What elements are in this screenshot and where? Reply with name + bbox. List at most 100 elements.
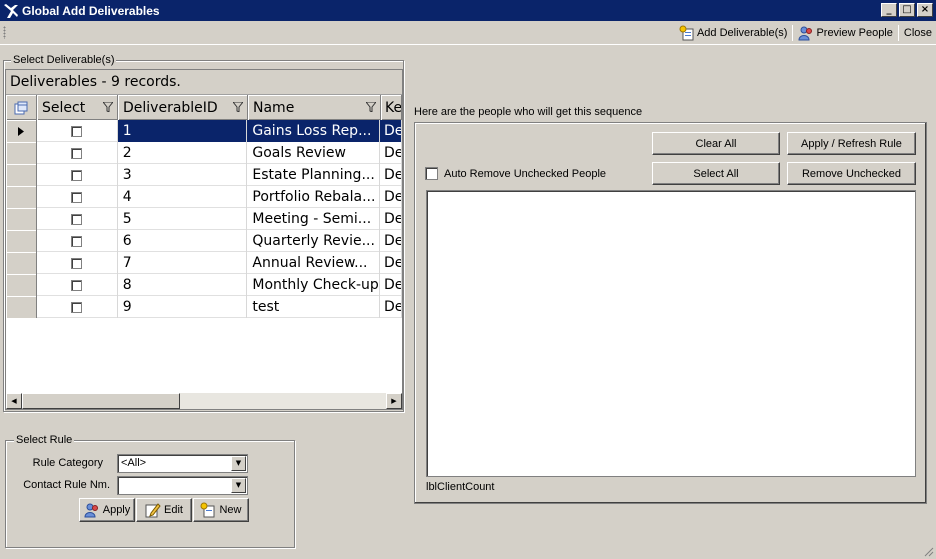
close-button[interactable]: Close (900, 23, 936, 43)
add-doc-icon (679, 25, 694, 41)
deliverable-name-cell[interactable]: Annual Review... (247, 252, 381, 274)
horizontal-scrollbar[interactable]: ◀ ▶ (6, 393, 402, 409)
row-selector[interactable] (6, 120, 37, 142)
table-row[interactable]: 2 Goals Review De (6, 142, 402, 164)
deliverable-name-cell[interactable]: Estate Planning... (247, 164, 381, 186)
deliverable-key-cell[interactable]: De (380, 186, 402, 208)
table-row[interactable]: 3 Estate Planning... De (6, 164, 402, 186)
row-selector[interactable] (6, 274, 37, 296)
maximize-button[interactable]: □ (899, 3, 915, 17)
deliverable-key-cell[interactable]: De (380, 164, 402, 186)
toolbar: Add Deliverable(s) Preview People Close (0, 21, 936, 45)
column-header-key[interactable]: Ke (381, 95, 402, 120)
table-row[interactable]: 1 Gains Loss Rep... De (6, 120, 402, 142)
add-deliverables-label: Add Deliverable(s) (696, 27, 788, 39)
row-checkbox[interactable] (71, 169, 83, 181)
deliverable-name-cell[interactable]: Portfolio Rebala... (247, 186, 381, 208)
auto-remove-checkbox[interactable] (425, 167, 438, 180)
column-header-name[interactable]: Name (248, 95, 381, 120)
column-header-deliverableid-label: DeliverableID (123, 99, 218, 116)
deliverable-key-cell[interactable]: De (380, 120, 402, 142)
deliverable-id-cell[interactable]: 2 (118, 142, 248, 164)
column-header-deliverableid[interactable]: DeliverableID (118, 95, 248, 120)
table-row[interactable]: 9 test De (6, 296, 402, 318)
deliverable-id-cell[interactable]: 3 (118, 164, 248, 186)
column-chooser-icon (14, 101, 28, 114)
row-selector[interactable] (6, 164, 37, 186)
deliverable-id-cell[interactable]: 9 (118, 296, 248, 318)
deliverable-name-cell[interactable]: Monthly Check-up (247, 274, 381, 296)
row-checkbox[interactable] (71, 191, 83, 203)
deliverable-name-cell[interactable]: Goals Review (247, 142, 381, 164)
table-row[interactable]: 4 Portfolio Rebala... De (6, 186, 402, 208)
remove-unchecked-label: Remove Unchecked (801, 167, 902, 180)
rule-category-value: <All> (121, 457, 147, 469)
deliverable-name-cell[interactable]: Meeting - Semi... (247, 208, 381, 230)
apply-rule-button[interactable]: Apply (79, 498, 135, 522)
row-selector[interactable] (6, 208, 37, 230)
close-label: Close (903, 27, 932, 39)
scroll-thumb[interactable] (22, 393, 180, 409)
deliverable-key-cell[interactable]: De (380, 274, 402, 296)
select-all-button[interactable]: Select All (652, 162, 780, 185)
table-row[interactable]: 7 Annual Review... De (6, 252, 402, 274)
apply-refresh-rule-button[interactable]: Apply / Refresh Rule (787, 132, 916, 155)
people-panel-label: Here are the people who will get this se… (414, 106, 643, 118)
select-cell (37, 120, 118, 142)
remove-unchecked-button[interactable]: Remove Unchecked (787, 162, 916, 185)
deliverable-key-cell[interactable]: De (380, 142, 402, 164)
people-listbox[interactable] (426, 190, 916, 477)
select-cell (37, 230, 118, 252)
table-row[interactable]: 8 Monthly Check-up De (6, 274, 402, 296)
add-deliverables-button[interactable]: Add Deliverable(s) (675, 23, 791, 43)
contact-rule-select[interactable]: ▼ (117, 476, 248, 495)
row-selector[interactable] (6, 186, 37, 208)
edit-icon (145, 503, 161, 518)
row-checkbox[interactable] (71, 147, 83, 159)
new-rule-button[interactable]: New (193, 498, 249, 522)
deliverable-key-cell[interactable]: De (380, 230, 402, 252)
filter-icon[interactable] (103, 102, 113, 112)
deliverable-id-cell[interactable]: 6 (118, 230, 248, 252)
row-checkbox[interactable] (71, 279, 83, 291)
deliverable-id-cell[interactable]: 1 (117, 120, 248, 142)
chevron-down-icon[interactable]: ▼ (231, 456, 246, 471)
deliverable-id-cell[interactable]: 4 (118, 186, 248, 208)
preview-people-button[interactable]: Preview People (794, 23, 896, 43)
column-header-select[interactable]: Select (37, 95, 118, 120)
table-row[interactable]: 5 Meeting - Semi... De (6, 208, 402, 230)
deliverable-key-cell[interactable]: De (380, 296, 402, 318)
deliverable-id-cell[interactable]: 7 (118, 252, 248, 274)
deliverable-name-cell[interactable]: test (247, 296, 381, 318)
edit-rule-button[interactable]: Edit (136, 498, 192, 522)
row-checkbox[interactable] (71, 301, 83, 313)
minimize-button[interactable]: _ (881, 3, 897, 17)
deliverable-id-cell[interactable]: 8 (118, 274, 248, 296)
row-selector[interactable] (6, 230, 37, 252)
row-checkbox[interactable] (71, 235, 83, 247)
filter-icon[interactable] (366, 102, 376, 112)
resize-grip-icon[interactable] (922, 545, 934, 557)
table-row[interactable]: 6 Quarterly Revie... De (6, 230, 402, 252)
clear-all-button[interactable]: Clear All (652, 132, 780, 155)
row-selector[interactable] (6, 252, 37, 274)
deliverable-key-cell[interactable]: De (380, 208, 402, 230)
close-window-button[interactable]: × (917, 3, 933, 17)
deliverable-key-cell[interactable]: De (380, 252, 402, 274)
scroll-right-button[interactable]: ▶ (386, 393, 402, 409)
row-selector[interactable] (6, 142, 37, 164)
row-selector[interactable] (6, 296, 37, 318)
filter-icon[interactable] (233, 102, 243, 112)
deliverable-name-cell[interactable]: Quarterly Revie... (247, 230, 381, 252)
deliverable-id-cell[interactable]: 5 (118, 208, 248, 230)
row-checkbox[interactable] (71, 213, 83, 225)
scroll-left-button[interactable]: ◀ (6, 393, 22, 409)
deliverable-name-cell[interactable]: Gains Loss Rep... (247, 120, 381, 142)
toolbar-grip[interactable] (3, 26, 6, 39)
deliverables-grid: Deliverables - 9 records. Select Deliver… (5, 69, 403, 410)
rule-category-select[interactable]: <All> ▼ (117, 454, 248, 473)
row-checkbox[interactable] (71, 257, 83, 269)
column-chooser-button[interactable] (6, 95, 37, 120)
chevron-down-icon[interactable]: ▼ (231, 478, 246, 493)
row-checkbox[interactable] (71, 125, 83, 137)
